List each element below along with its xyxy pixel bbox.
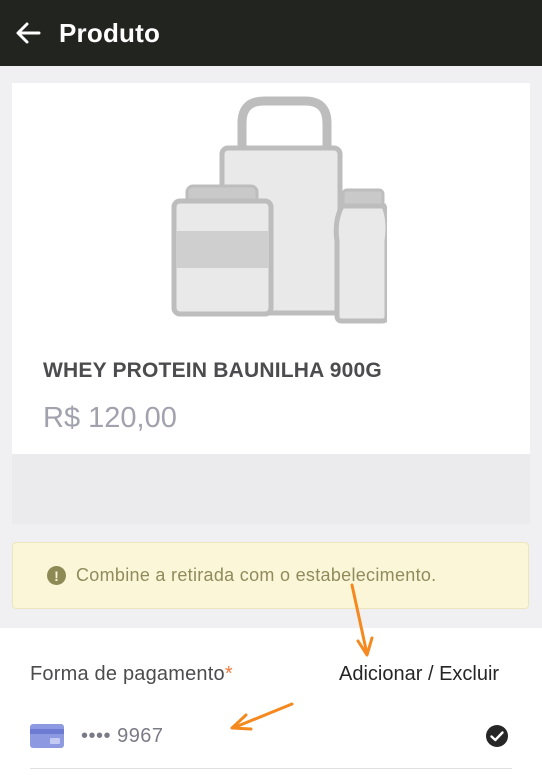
credit-card-icon [30,724,64,748]
payment-label: Forma de pagamento* [30,663,233,686]
remove-payment-link[interactable]: Excluir [439,663,499,685]
product-name: WHEY PROTEIN BAUNILHA 900G [43,359,382,382]
check-circle-icon [486,725,508,747]
page-title: Produto [59,17,161,48]
notice-text: Combine a retirada com o estabelecimento… [76,565,437,585]
arrow-left-icon [16,22,41,44]
back-button[interactable] [0,7,56,59]
product-card-footer [12,454,530,524]
product-card: WHEY PROTEIN BAUNILHA 900G R$ 120,00 [12,83,530,524]
add-payment-link[interactable]: Adicionar [339,663,422,685]
product-price: R$ 120,00 [43,402,177,434]
app-header: Produto [0,0,542,66]
payment-label-text: Forma de pagamento [30,663,225,685]
exclamation-circle-icon: ! [47,566,66,585]
payment-card-row[interactable]: •••• 9967 [30,720,512,752]
required-mark: * [224,663,233,685]
payment-section: Forma de pagamento* Adicionar / Excluir … [0,628,542,775]
payment-divider [30,768,512,769]
actions-separator: / [422,663,440,685]
pickup-notice: ! Combine a retirada com o estabelecimen… [12,542,529,609]
payment-actions: Adicionar / Excluir [339,663,499,686]
card-masked-number: •••• 9967 [81,724,164,747]
product-placeholder-icon [171,96,387,324]
